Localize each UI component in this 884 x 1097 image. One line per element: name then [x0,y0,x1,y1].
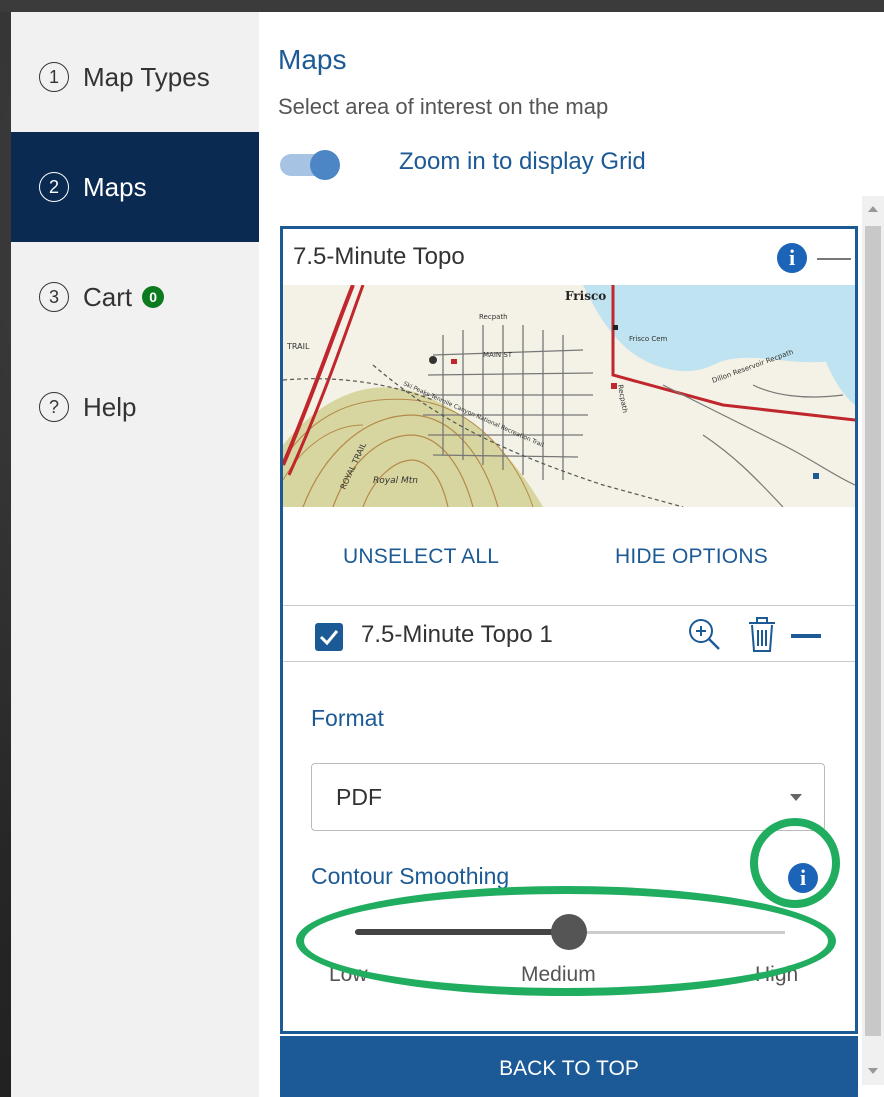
step-number-icon: 2 [39,172,69,202]
divider [283,661,855,662]
map-label-frisco-cem: Frisco Cem [629,335,668,343]
page-title: Maps [278,44,347,75]
map-label-royal-mtn: Royal Mtn [373,476,418,486]
sidebar-item-label: Cart [83,281,133,312]
help-icon: ? [39,392,69,422]
zoom-in-icon[interactable] [687,617,723,658]
sidebar-item-maps[interactable]: 2 Maps [11,132,259,242]
scroll-down-icon[interactable] [868,1068,878,1074]
card-title: 7.5-Minute Topo [293,243,465,270]
sidebar-item-label: Map Types [83,61,210,92]
map-label-trail: TRAIL [286,342,310,351]
trash-icon[interactable] [747,617,777,658]
hide-options-button[interactable]: HIDE OPTIONS [615,545,768,569]
map-label-main-st: MAIN ST [483,351,513,359]
format-select-value: PDF [336,784,382,810]
scrollbar[interactable] [862,196,884,1085]
step-number-icon: 3 [39,282,69,312]
window-top-strip [0,0,884,12]
grid-toggle[interactable] [280,150,342,180]
step-number-icon: 1 [39,62,69,92]
collapse-item-icon[interactable] [791,634,821,638]
back-to-top-button[interactable]: BACK TO TOP [280,1036,858,1097]
info-icon[interactable]: i [777,243,807,273]
toggle-knob [310,150,340,180]
map-preview[interactable]: Frisco Royal Mtn TRAIL ROYAL TRAIL Frisc… [283,285,855,507]
collapse-icon[interactable] [817,258,851,260]
topo-map-image: Frisco Royal Mtn TRAIL ROYAL TRAIL Frisc… [283,285,855,507]
scroll-up-icon[interactable] [868,206,878,212]
format-select[interactable]: PDF [311,763,825,831]
map-item-label: 7.5-Minute Topo 1 [361,621,553,648]
chevron-down-icon [790,794,802,801]
page-subtitle: Select area of interest on the map [278,94,609,119]
map-item-checkbox[interactable] [315,623,343,651]
sidebar-item-cart[interactable]: 3 Cart 0 [11,242,259,352]
grid-toggle-label: Zoom in to display Grid [399,148,646,175]
annotation-highlight-circle [750,818,840,908]
sidebar-item-help[interactable]: ? Help [11,352,259,462]
sidebar-item-label: Maps [83,171,147,202]
contour-smoothing-label: Contour Smoothing [311,863,510,889]
checkmark-icon [319,630,339,646]
sidebar-item-map-types[interactable]: 1 Map Types [11,22,259,132]
cart-count-badge: 0 [142,286,165,308]
format-label: Format [311,705,384,731]
scroll-thumb[interactable] [865,226,881,1036]
sidebar-item-label: Help [83,391,137,422]
divider [283,605,855,606]
map-label-frisco: Frisco [565,289,606,303]
unselect-all-button[interactable]: UNSELECT ALL [343,545,499,569]
annotation-highlight-ellipse [296,886,836,996]
map-label-recpath-north: Recpath [479,313,508,321]
sidebar: 1 Map Types 2 Maps 3 Cart 0 ? Help [11,12,259,1097]
